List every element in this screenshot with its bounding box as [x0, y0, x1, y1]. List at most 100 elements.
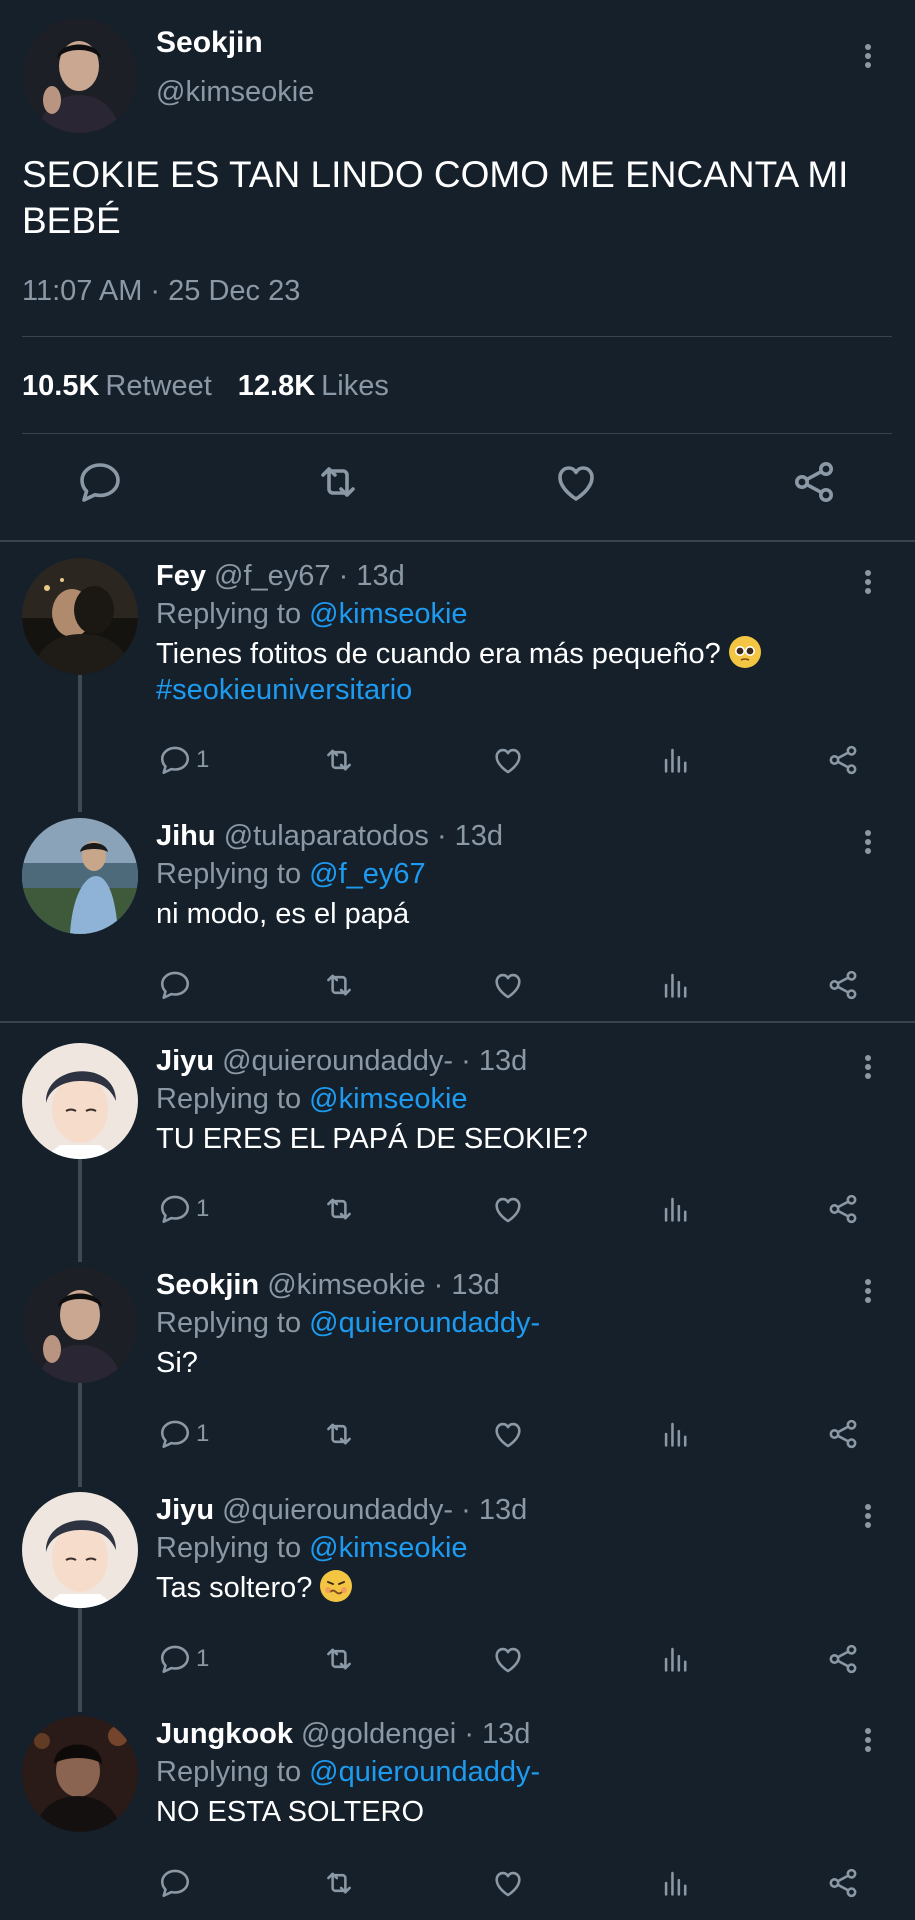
share-button[interactable]	[826, 1414, 860, 1454]
like-icon[interactable]	[491, 1417, 525, 1451]
reply-icon[interactable]	[158, 1417, 192, 1451]
reply-tweet[interactable]: Fey @f_ey67 · 13d Replying to @kimseokie…	[0, 548, 915, 788]
reply-button[interactable]: 1	[158, 1639, 209, 1679]
more-icon[interactable]	[858, 826, 878, 858]
reply-button[interactable]: 1	[158, 740, 209, 780]
avatar[interactable]	[22, 558, 138, 674]
likes-label[interactable]: Likes	[321, 370, 389, 402]
retweet-button[interactable]	[322, 965, 356, 1005]
reply-button[interactable]	[158, 965, 192, 1005]
more-icon[interactable]	[858, 566, 878, 598]
tweet-timestamp[interactable]: 11:07 AM · 25 Dec 23	[22, 275, 300, 308]
like-icon[interactable]	[491, 968, 525, 1002]
reply-tweet[interactable]: Jiyu @quieroundaddy- · 13d Replying to @…	[0, 1033, 915, 1248]
like-button[interactable]	[491, 1863, 525, 1903]
views-icon[interactable]	[659, 1642, 693, 1676]
avatar[interactable]	[22, 1716, 138, 1832]
hashtag-link[interactable]: #seokieuniversitario	[156, 674, 412, 706]
views-button[interactable]	[659, 1863, 693, 1903]
views-icon[interactable]	[659, 968, 693, 1002]
more-icon[interactable]	[858, 1724, 878, 1756]
share-button[interactable]	[826, 1863, 860, 1903]
reply-author-name[interactable]: Jiyu	[156, 1045, 214, 1077]
like-icon[interactable]	[491, 743, 525, 777]
reply-author-name[interactable]: Jungkook	[156, 1718, 293, 1750]
retweet-button[interactable]	[322, 740, 356, 780]
like-button[interactable]	[491, 1189, 525, 1229]
share-icon[interactable]	[826, 1192, 860, 1226]
reply-tweet[interactable]: Jihu @tulaparatodos · 13d Replying to @f…	[0, 808, 915, 1018]
avatar[interactable]	[22, 1267, 138, 1383]
reply-icon[interactable]	[158, 1192, 192, 1226]
share-icon[interactable]	[826, 743, 860, 777]
views-button[interactable]	[659, 1414, 693, 1454]
like-icon[interactable]	[491, 1192, 525, 1226]
avatar[interactable]	[22, 1492, 138, 1608]
replying-to-handle[interactable]: @quieroundaddy-	[309, 1756, 540, 1788]
reply-icon[interactable]	[158, 743, 192, 777]
views-icon[interactable]	[659, 1192, 693, 1226]
like-icon[interactable]	[491, 1642, 525, 1676]
views-button[interactable]	[659, 965, 693, 1005]
retweet-button[interactable]	[322, 1863, 356, 1903]
retweet-icon[interactable]	[322, 1642, 356, 1676]
views-button[interactable]	[659, 1189, 693, 1229]
retweet-button[interactable]	[322, 1414, 356, 1454]
share-button[interactable]	[826, 740, 860, 780]
retweet-icon[interactable]	[322, 1417, 356, 1451]
share-button[interactable]	[826, 1189, 860, 1229]
retweet-label[interactable]: Retweet	[105, 370, 211, 402]
reply-author-name[interactable]: Seokjin	[156, 1269, 259, 1301]
retweet-button[interactable]	[322, 1639, 356, 1679]
retweet-icon[interactable]	[322, 743, 356, 777]
retweet-icon[interactable]	[322, 968, 356, 1002]
reply-author-handle[interactable]: @tulaparatodos	[224, 820, 429, 852]
views-icon[interactable]	[659, 1866, 693, 1900]
reply-author-handle[interactable]: @quieroundaddy-	[222, 1045, 453, 1077]
reply-icon[interactable]	[76, 458, 124, 506]
reply-icon[interactable]	[158, 968, 192, 1002]
retweet-icon[interactable]	[314, 458, 362, 506]
reply-author-name[interactable]: Jiyu	[156, 1494, 214, 1526]
views-button[interactable]	[659, 740, 693, 780]
replying-to-handle[interactable]: @f_ey67	[309, 858, 426, 890]
views-icon[interactable]	[659, 1417, 693, 1451]
like-button[interactable]	[491, 1414, 525, 1454]
share-icon[interactable]	[826, 968, 860, 1002]
replying-to-handle[interactable]: @kimseokie	[309, 598, 467, 630]
more-icon[interactable]	[858, 1500, 878, 1532]
reply-tweet[interactable]: Seokjin @kimseokie · 13d Replying to @qu…	[0, 1257, 915, 1472]
like-icon[interactable]	[491, 1866, 525, 1900]
reply-button[interactable]: 1	[158, 1189, 209, 1229]
share-icon[interactable]	[826, 1866, 860, 1900]
reply-button[interactable]: 1	[158, 1414, 209, 1454]
views-icon[interactable]	[659, 743, 693, 777]
retweet-icon[interactable]	[322, 1192, 356, 1226]
reply-icon[interactable]	[158, 1866, 192, 1900]
retweet-button[interactable]	[322, 1189, 356, 1229]
reply-author-handle[interactable]: @quieroundaddy-	[222, 1494, 453, 1526]
avatar[interactable]	[22, 1043, 138, 1159]
author-handle[interactable]: @kimseokie	[156, 76, 314, 109]
more-icon[interactable]	[858, 1275, 878, 1307]
reply-author-name[interactable]: Jihu	[156, 820, 216, 852]
share-icon[interactable]	[790, 458, 838, 506]
share-button[interactable]	[826, 1639, 860, 1679]
share-icon[interactable]	[826, 1417, 860, 1451]
reply-author-name[interactable]: Fey	[156, 560, 206, 592]
more-icon[interactable]	[858, 1051, 878, 1083]
retweet-icon[interactable]	[322, 1866, 356, 1900]
reply-icon[interactable]	[158, 1642, 192, 1676]
reply-author-handle[interactable]: @f_ey67	[214, 560, 331, 592]
like-button[interactable]	[491, 1639, 525, 1679]
reply-button[interactable]	[158, 1863, 192, 1903]
reply-author-handle[interactable]: @kimseokie	[267, 1269, 425, 1301]
like-icon[interactable]	[552, 458, 600, 506]
reply-author-handle[interactable]: @goldengei	[301, 1718, 456, 1750]
replying-to-handle[interactable]: @kimseokie	[309, 1083, 467, 1115]
share-icon[interactable]	[826, 1642, 860, 1676]
avatar[interactable]	[22, 818, 138, 934]
like-button[interactable]	[491, 740, 525, 780]
likes-count[interactable]: 12.8K	[238, 370, 315, 402]
replying-to-handle[interactable]: @quieroundaddy-	[309, 1307, 540, 1339]
